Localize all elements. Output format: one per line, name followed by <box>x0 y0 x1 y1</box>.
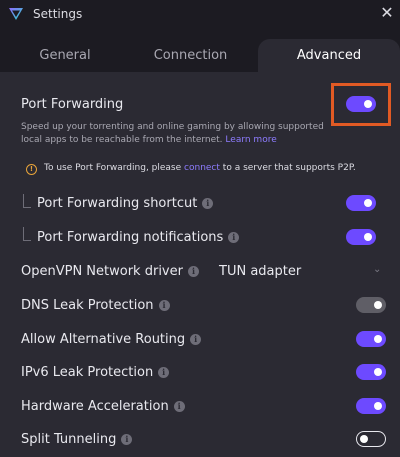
toggle-knob <box>364 233 372 241</box>
warning-suffix: to a server that supports P2P. <box>222 163 356 173</box>
title-bar: Settings ✕ <box>0 0 400 30</box>
port-forwarding-toggle[interactable] <box>346 96 376 112</box>
learn-more-link[interactable]: Learn more <box>225 135 276 145</box>
info-icon[interactable]: i <box>202 198 214 209</box>
hw-accel-row: Hardware Acceleration i <box>21 399 185 414</box>
tree-connector-icon <box>23 194 31 208</box>
dns-leak-toggle[interactable] <box>356 297 386 313</box>
description-text: Speed up your torrenting and online gami… <box>21 122 324 145</box>
hw-accel-label: Hardware Acceleration <box>21 399 169 414</box>
dns-leak-label: DNS Leak Protection <box>21 298 154 313</box>
pf-shortcut-label: Port Forwarding shortcut <box>37 196 198 211</box>
tree-connector-icon <box>23 227 31 241</box>
alt-routing-label: Allow Alternative Routing <box>21 332 186 347</box>
dns-leak-row: DNS Leak Protection i <box>21 298 170 313</box>
window-title: Settings <box>33 7 83 21</box>
proton-vpn-logo-icon <box>9 8 23 20</box>
openvpn-driver-select[interactable]: TUN adapter ⌄ <box>214 261 386 283</box>
close-icon[interactable]: ✕ <box>378 4 396 24</box>
toggle-knob <box>364 199 372 207</box>
hw-accel-toggle[interactable] <box>356 398 386 414</box>
alt-routing-toggle[interactable] <box>356 331 386 347</box>
toggle-knob <box>374 335 382 343</box>
openvpn-driver-label: OpenVPN Network driver <box>21 264 183 279</box>
tab-general[interactable]: General <box>0 39 130 72</box>
warning-icon: ! <box>26 164 37 175</box>
info-icon[interactable]: i <box>187 266 199 277</box>
ipv6-leak-label: IPv6 Leak Protection <box>21 365 154 380</box>
pf-notifications-label: Port Forwarding notifications <box>37 230 224 245</box>
info-icon[interactable]: i <box>173 401 185 412</box>
port-forwarding-label: Port Forwarding <box>21 97 124 112</box>
split-tunneling-row: Split Tunneling i <box>21 432 133 447</box>
info-icon[interactable]: i <box>158 300 170 311</box>
pf-shortcut-toggle[interactable] <box>346 195 376 211</box>
ipv6-leak-toggle[interactable] <box>356 364 386 380</box>
tab-connection[interactable]: Connection <box>128 39 253 72</box>
port-forwarding-description: Speed up your torrenting and online gami… <box>21 121 331 147</box>
split-tunneling-label: Split Tunneling <box>21 432 117 447</box>
openvpn-driver-value: TUN adapter <box>219 264 302 279</box>
warning-prefix: To use Port Forwarding, please <box>44 163 182 173</box>
toggle-knob <box>364 100 372 108</box>
split-tunneling-toggle[interactable] <box>356 431 386 447</box>
info-icon[interactable]: i <box>228 232 240 243</box>
port-forwarding-warning: ! To use Port Forwarding, please connect … <box>26 163 386 175</box>
connect-link[interactable]: connect <box>184 163 220 173</box>
chevron-down-icon: ⌄ <box>373 264 382 275</box>
toggle-knob <box>360 434 368 443</box>
toggle-knob <box>374 301 382 309</box>
pf-notifications-row: Port Forwarding notifications i <box>37 230 240 245</box>
info-icon[interactable]: i <box>190 334 202 345</box>
settings-tabs: General Connection Advanced <box>0 30 400 72</box>
alt-routing-row: Allow Alternative Routing i <box>21 332 202 347</box>
ipv6-leak-row: IPv6 Leak Protection i <box>21 365 170 380</box>
pf-notifications-toggle[interactable] <box>346 229 376 245</box>
info-icon[interactable]: i <box>121 434 133 445</box>
openvpn-driver-row: OpenVPN Network driver i <box>21 264 199 279</box>
info-icon[interactable]: i <box>158 367 170 378</box>
toggle-knob <box>374 368 382 376</box>
toggle-knob <box>374 402 382 410</box>
pf-shortcut-row: Port Forwarding shortcut i <box>37 196 214 211</box>
tab-advanced[interactable]: Advanced <box>258 39 400 72</box>
